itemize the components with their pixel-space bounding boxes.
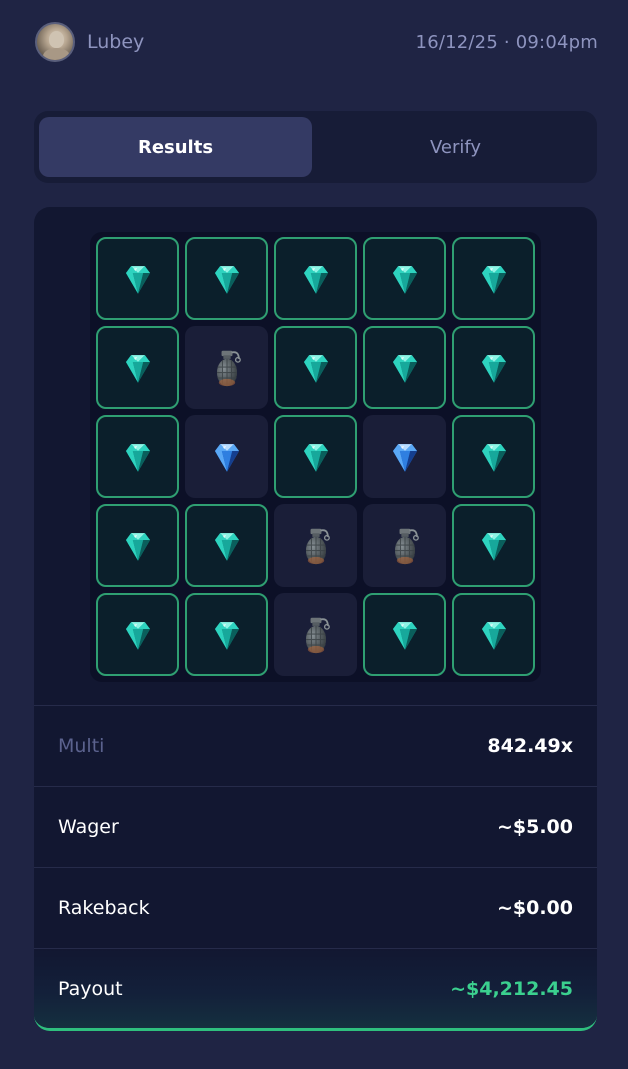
board-tile[interactable] [452, 504, 535, 587]
board-tile[interactable] [96, 237, 179, 320]
board-tile[interactable] [274, 504, 357, 587]
gem-icon [214, 621, 239, 650]
tab-verify[interactable]: Verify [319, 117, 592, 177]
header: Lubey 16/12/25 · 09:04pm [35, 20, 598, 64]
board-tile[interactable] [363, 237, 446, 320]
board-tile[interactable] [274, 326, 357, 409]
board-tile[interactable] [363, 326, 446, 409]
gem-icon [214, 265, 239, 294]
board-tile[interactable] [185, 237, 268, 320]
board-tile[interactable] [363, 504, 446, 587]
board-tile[interactable] [274, 237, 357, 320]
gem-icon [392, 621, 417, 650]
board-tile[interactable] [185, 326, 268, 409]
board-tile[interactable] [452, 326, 535, 409]
rakeback-value: ~$0.00 [496, 897, 573, 919]
gem-icon [481, 621, 506, 650]
gem-icon [303, 265, 328, 294]
gem-icon [481, 265, 506, 294]
rakeback-label: Rakeback [58, 897, 150, 919]
stat-row-wager: Wager ~$5.00 [34, 786, 597, 867]
avatar[interactable] [35, 22, 75, 62]
board-tile[interactable] [274, 593, 357, 676]
wager-value: ~$5.00 [496, 816, 573, 838]
board-tile[interactable] [363, 415, 446, 498]
board-tile[interactable] [363, 593, 446, 676]
grenade-icon [394, 528, 419, 564]
board-tile[interactable] [185, 415, 268, 498]
grenade-icon [305, 528, 330, 564]
stat-row-multi: Multi 842.49x [34, 705, 597, 786]
tab-results[interactable]: Results [39, 117, 312, 177]
payout-label: Payout [58, 978, 123, 1000]
gem-icon [125, 265, 150, 294]
board-tile[interactable] [96, 593, 179, 676]
board-tile[interactable] [185, 504, 268, 587]
gem-icon [392, 354, 417, 383]
board-tile[interactable] [452, 593, 535, 676]
gem-icon [125, 354, 150, 383]
board-tile[interactable] [274, 415, 357, 498]
multi-value: 842.49x [487, 735, 573, 757]
gem-icon [303, 443, 328, 472]
multi-label: Multi [58, 735, 105, 757]
stat-row-payout: Payout ~$4,212.45 [34, 948, 597, 1028]
grenade-icon [305, 617, 330, 653]
timestamp: 16/12/25 · 09:04pm [415, 31, 598, 53]
board-tile[interactable] [185, 593, 268, 676]
board-tile[interactable] [452, 237, 535, 320]
wager-label: Wager [58, 816, 119, 838]
gem-icon [481, 443, 506, 472]
stat-row-rakeback: Rakeback ~$0.00 [34, 867, 597, 948]
gem-icon [481, 354, 506, 383]
username[interactable]: Lubey [87, 31, 144, 53]
user-info[interactable]: Lubey [35, 22, 144, 62]
gem-icon [125, 621, 150, 650]
board-tile[interactable] [96, 415, 179, 498]
tab-bar: Results Verify [34, 111, 597, 183]
board-tile[interactable] [96, 504, 179, 587]
result-card: Multi 842.49x Wager ~$5.00 Rakeback ~$0.… [34, 207, 597, 1031]
gem-icon [125, 532, 150, 561]
board-tile[interactable] [96, 326, 179, 409]
gem-icon [214, 443, 239, 472]
gem-icon [392, 265, 417, 294]
gem-icon [392, 443, 417, 472]
mines-board [90, 232, 541, 682]
grenade-icon [216, 350, 241, 386]
gem-icon [214, 532, 239, 561]
gem-icon [481, 532, 506, 561]
stats-list: Multi 842.49x Wager ~$5.00 Rakeback ~$0.… [34, 705, 597, 1028]
gem-icon [125, 443, 150, 472]
payout-value: ~$4,212.45 [450, 978, 573, 1000]
board-tile[interactable] [452, 415, 535, 498]
gem-icon [303, 354, 328, 383]
